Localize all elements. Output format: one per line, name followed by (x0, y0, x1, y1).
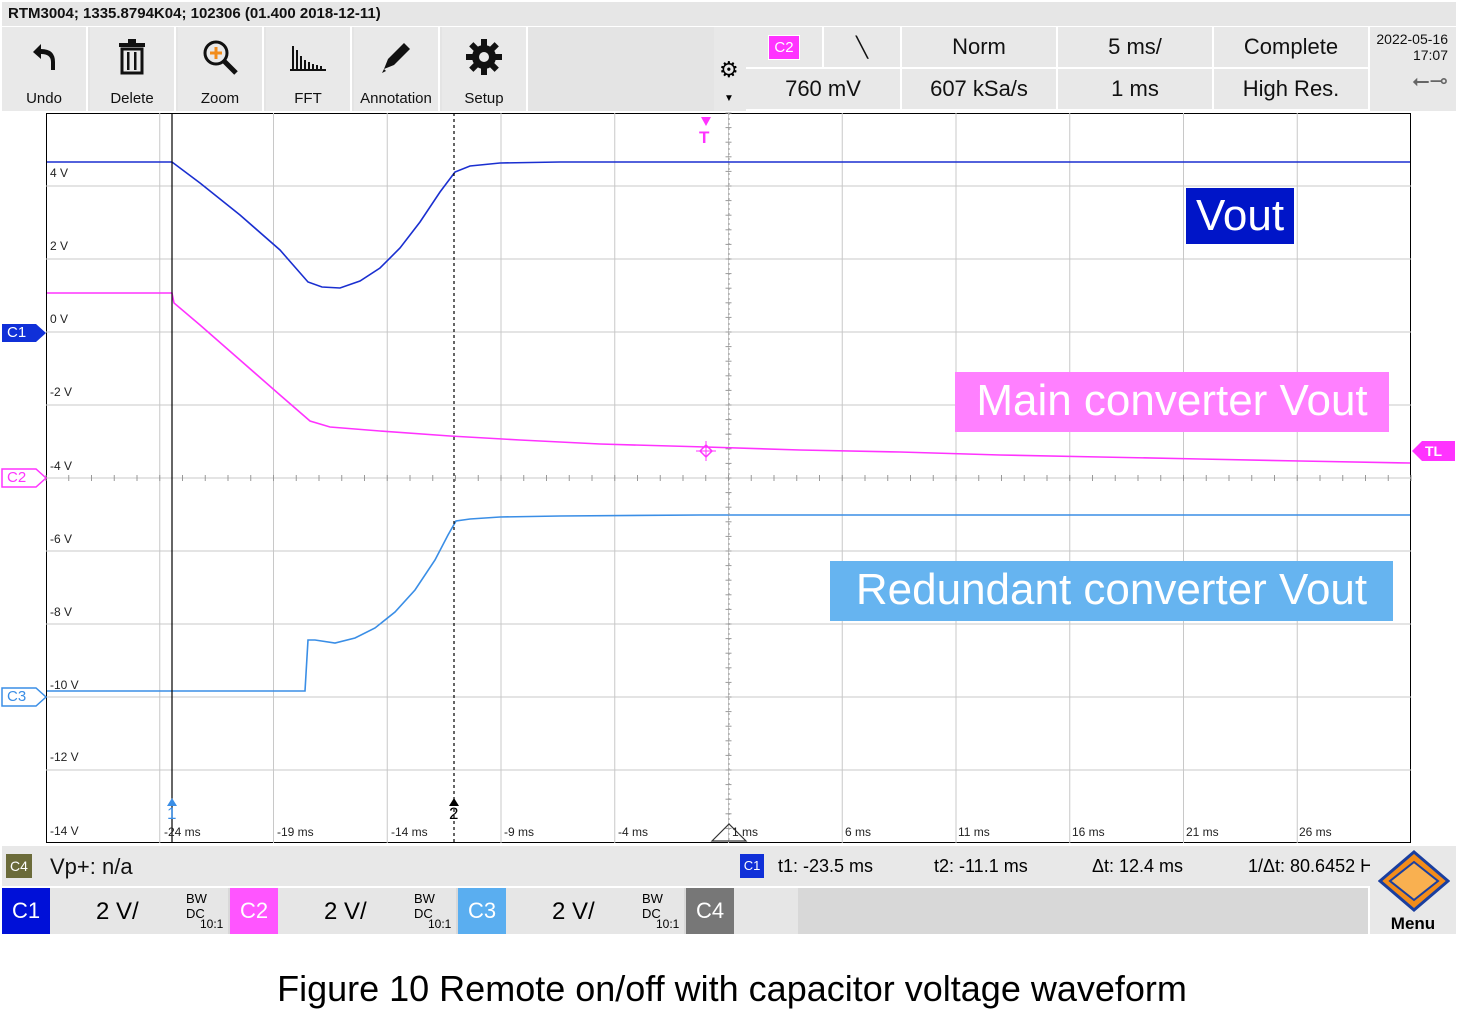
c2-tag: C2 (230, 888, 278, 934)
cursor-delta-t: Δt: 12.4 ms (1092, 856, 1184, 876)
menu-label: Menu (1390, 914, 1436, 933)
x-label: 21 ms (1186, 825, 1219, 839)
cursor-2-label: 2 (449, 804, 459, 823)
measurement-bar: C4 Vp+: n/a C1 t1: -23.5 ms t2: -11.1 ms… (2, 846, 1456, 886)
x-label: 6 ms (845, 825, 872, 839)
channel-c4[interactable]: C4 (686, 888, 798, 934)
x-label: 16 ms (1072, 825, 1105, 839)
c3-settings: 2 V/ BW DC 10:1 (506, 888, 684, 934)
y-label: 0 V (50, 312, 69, 326)
c1-scale: 2 V/ (96, 898, 139, 925)
c2-trigger-point-marker (696, 441, 716, 461)
c3-marker-text: C3 (7, 688, 27, 705)
y-label: -10 V (50, 678, 79, 692)
y-label: -14 V (50, 824, 79, 838)
channel-c1[interactable]: C1 2 V/ BW DC 10:1 (2, 888, 228, 934)
cursor-1-label: 1 (167, 804, 177, 823)
c2-settings: 2 V/ BW DC 10:1 (278, 888, 456, 934)
channel-c3[interactable]: C3 2 V/ BW DC 10:1 (458, 888, 684, 934)
redundant-converter-label: Redundant converter Vout (830, 561, 1393, 621)
channel-bar: C1 2 V/ BW DC 10:1 C2 2 V/ BW DC 10:1 C3… (2, 888, 1368, 934)
cursor-channel-tag[interactable]: C1 (740, 854, 764, 878)
x-label: -14 ms (391, 825, 428, 839)
y-label: -6 V (50, 532, 73, 546)
c3-scale: 2 V/ (552, 898, 595, 925)
c4-settings (734, 888, 798, 934)
c1-marker-text: C1 (7, 324, 27, 341)
y-label: -12 V (50, 750, 79, 764)
vp-measurement[interactable]: Vp+: n/a (50, 854, 133, 880)
c1-tag: C1 (2, 888, 50, 934)
menu-button[interactable]: Menu (1370, 846, 1456, 934)
x-label: 11 ms (958, 825, 990, 839)
main-converter-label: Main converter Vout (955, 372, 1389, 432)
rs-logo-icon (1378, 850, 1450, 912)
c1-probe: 10:1 (200, 917, 224, 931)
cursor-t2: t2: -11.1 ms (934, 856, 1028, 876)
x-label: -4 ms (618, 825, 648, 839)
c2-scale: 2 V/ (324, 898, 367, 925)
c2-probe: 10:1 (428, 917, 452, 931)
y-label: 4 V (50, 166, 69, 180)
trigger-marker-text: T (699, 128, 710, 147)
vout-label: Vout (1186, 188, 1294, 244)
figure-caption: Figure 10 Remote on/off with capacitor v… (277, 968, 1187, 1009)
x-label: -9 ms (504, 825, 534, 839)
y-label: -4 V (50, 459, 73, 473)
x-label: 26 ms (1299, 825, 1332, 839)
x-label: -24 ms (164, 825, 201, 839)
trigger-arrow-icon (701, 117, 711, 126)
c4-tag[interactable]: C4 (6, 854, 32, 878)
channel-c2[interactable]: C2 2 V/ BW DC 10:1 (230, 888, 456, 934)
y-label: -2 V (50, 385, 73, 399)
c1-settings: 2 V/ BW DC 10:1 (50, 888, 228, 934)
x-label: -19 ms (277, 825, 314, 839)
c3-tag: C3 (458, 888, 506, 934)
c4-channel-tag: C4 (686, 888, 734, 934)
c2-marker-text: C2 (7, 469, 27, 486)
y-label: -8 V (50, 605, 73, 619)
trigger-level-marker-text: TL (1425, 443, 1443, 459)
cursor-inverse-delta-t: 1/Δt: 80.6452 Hz (1248, 856, 1383, 876)
cursor-t1: t1: -23.5 ms (778, 856, 874, 876)
c3-probe: 10:1 (656, 917, 680, 931)
y-label: 2 V (50, 239, 69, 253)
x-label: 1 ms (732, 825, 759, 839)
